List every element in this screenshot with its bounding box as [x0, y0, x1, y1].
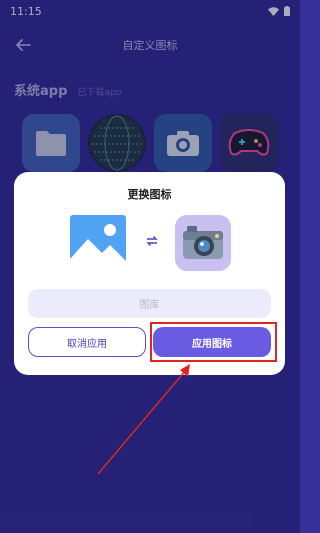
annotation-arrow: [97, 364, 190, 475]
